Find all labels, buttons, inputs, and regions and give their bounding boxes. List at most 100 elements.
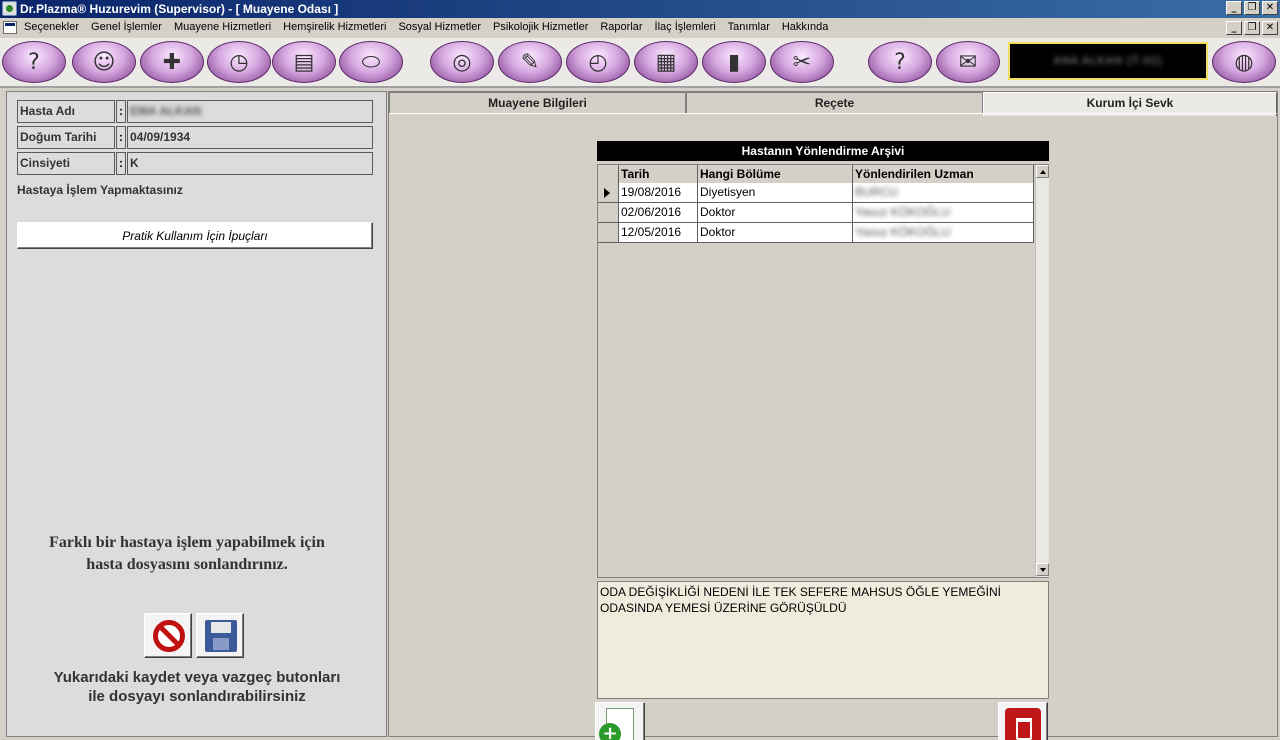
referral-note-text[interactable]: ODA DEĞİŞİKLİĞİ NEDENİ İLE TEK SEFERE MA… xyxy=(597,581,1049,699)
close-button[interactable]: ✕ xyxy=(1262,1,1278,15)
floppy-disk-icon xyxy=(205,620,237,652)
clipboard-button[interactable]: ▦ xyxy=(634,41,698,83)
tools-button[interactable]: ✂ xyxy=(770,41,834,83)
patient-name-row: Hasta Adı : EMA ALKAN xyxy=(17,100,373,123)
current-user-box: ANA ALKAN (T-02) xyxy=(1008,42,1208,80)
child-restore-button[interactable]: ❐ xyxy=(1244,21,1260,35)
tab-muayene-bilgileri[interactable]: Muayene Bilgileri xyxy=(389,92,686,113)
child-close-button[interactable]: ✕ xyxy=(1262,21,1278,35)
current-user-text: ANA ALKAN (T-02) xyxy=(1053,55,1163,67)
doctors-button[interactable]: ☺ xyxy=(72,41,136,83)
menu-raporlar[interactable]: Raporlar xyxy=(600,21,642,33)
child-window-controls: _ ❐ ✕ xyxy=(1226,21,1278,35)
spiral-icon: ◎ xyxy=(452,49,472,75)
globe-arrow-icon: ◍ xyxy=(1234,49,1254,75)
pills-icon: ⬭ xyxy=(361,49,381,75)
patient-panel: Hasta Adı : EMA ALKAN Doğum Tarihi : 04/… xyxy=(6,91,387,737)
help-note-button[interactable]: ? xyxy=(868,41,932,83)
help-head-icon: ? xyxy=(28,49,40,75)
menu-hemsirelik-hizmetleri[interactable]: Hemşirelik Hizmetleri xyxy=(283,21,386,33)
row-indicator xyxy=(598,223,619,243)
cell-uzman: Yavuz KÖKOĞLU xyxy=(853,223,1034,243)
scroll-down-arrow-icon[interactable] xyxy=(1036,563,1049,576)
mail-icon: ✉ xyxy=(958,49,978,75)
patient-gender-value: K xyxy=(127,152,373,175)
timer-button[interactable]: ◷ xyxy=(207,41,271,83)
help-note-icon: ? xyxy=(894,49,906,75)
patient-name-value: EMA ALKAN xyxy=(127,100,373,123)
restore-button[interactable]: ❐ xyxy=(1244,1,1260,15)
table-row[interactable]: 19/08/2016 Diyetisyen BURCU xyxy=(598,183,1035,203)
menu-ilac-islemleri[interactable]: İlaç İşlemleri xyxy=(655,21,716,33)
menu-secenekler[interactable]: Seçenekler xyxy=(24,21,79,33)
usage-tips-button[interactable]: Pratik Kullanım İçin İpuçları xyxy=(17,222,373,249)
menu-tanimlar[interactable]: Tanımlar xyxy=(728,21,770,33)
grid-vertical-scrollbar[interactable] xyxy=(1035,165,1049,577)
minimize-button[interactable]: _ xyxy=(1226,1,1242,15)
table-row[interactable]: 12/05/2016 Doktor Yavuz KÖKOĞLU xyxy=(598,223,1035,243)
save-button[interactable] xyxy=(196,613,244,658)
timer-icon: ◷ xyxy=(229,49,249,75)
menu-genel-islemler[interactable]: Genel İşlemler xyxy=(91,21,162,33)
cell-tarih: 12/05/2016 xyxy=(619,223,698,243)
scroll-up-arrow-icon[interactable] xyxy=(1036,165,1049,178)
doc-file-icon: ▤ xyxy=(293,49,315,75)
column-header-hangi-bolume[interactable]: Hangi Bölüme xyxy=(698,165,853,185)
patient-gender-row: Cinsiyeti : K xyxy=(17,152,373,175)
menu-sosyal-hizmetler[interactable]: Sosyal Hizmetler xyxy=(398,21,481,33)
syringe-icon: ✎ xyxy=(520,49,540,75)
add-document-icon xyxy=(599,708,634,740)
menu-hakkinda[interactable]: Hakkında xyxy=(782,21,828,33)
cell-tarih: 19/08/2016 xyxy=(619,183,698,203)
table-row[interactable]: 02/06/2016 Doktor Yavuz KÖKOĞLU xyxy=(598,203,1035,223)
referral-archive-grid[interactable]: Tarih Hangi Bölüme Yönlendirilen Uzman 1… xyxy=(597,164,1049,578)
chart-clock-icon: ◴ xyxy=(588,49,608,75)
doc-file-button[interactable]: ▤ xyxy=(272,41,336,83)
tools-icon: ✂ xyxy=(792,49,812,75)
cell-uzman-text: BURCU xyxy=(855,185,898,199)
patient-name-label: Hasta Adı xyxy=(17,100,115,123)
chart-clock-button[interactable]: ◴ xyxy=(566,41,630,83)
menu-bar: Seçenekler Genel İşlemler Muayene Hizmet… xyxy=(0,18,1280,38)
cancel-button[interactable] xyxy=(144,613,192,658)
colon: : xyxy=(116,100,126,123)
menu-psikolojik-hizmetler[interactable]: Psikolojik Hizmetler xyxy=(493,21,588,33)
window-title: Dr.Plazma® Huzurevim (Supervisor) - [ Mu… xyxy=(20,2,339,16)
app-icon[interactable] xyxy=(2,1,17,16)
column-header-yonlendirilen-uzman[interactable]: Yönlendirilen Uzman xyxy=(853,165,1034,185)
cell-uzman-text: Yavuz KÖKOĞLU xyxy=(855,205,951,219)
column-header-tarih[interactable]: Tarih xyxy=(619,165,698,185)
menu-items: Seçenekler Genel İşlemler Muayene Hizmet… xyxy=(24,21,828,33)
cell-uzman-text: Yavuz KÖKOĞLU xyxy=(855,225,951,239)
colon: : xyxy=(116,152,126,175)
cell-uzman: Yavuz KÖKOĞLU xyxy=(853,203,1034,223)
pills-button[interactable]: ⬭ xyxy=(339,41,403,83)
tab-content-kurum-ici-sevk: Hastanın Yönlendirme Arşivi Tarih Hangi … xyxy=(389,113,1277,740)
trash-icon xyxy=(1005,708,1041,740)
globe-exit-button[interactable]: ◍ xyxy=(1212,41,1276,83)
toolbar: ? ☺ ✚ ◷ ▤ ⬭ ◎ ✎ ◴ ▦ ▮ ✂ ? ✉ ANA ALKAN (T… xyxy=(0,38,1280,88)
menu-muayene-hizmetleri[interactable]: Muayene Hizmetleri xyxy=(174,21,271,33)
tab-recete[interactable]: Reçete xyxy=(686,92,983,113)
grid-header: Tarih Hangi Bölüme Yönlendirilen Uzman xyxy=(598,165,1035,185)
row-indicator xyxy=(598,183,619,203)
mail-button[interactable]: ✉ xyxy=(936,41,1000,83)
syringe-button[interactable]: ✎ xyxy=(498,41,562,83)
nurse-tools-button[interactable]: ✚ xyxy=(140,41,204,83)
examination-panel: Muayene Bilgileri Reçete Kurum İçi Sevk … xyxy=(388,91,1278,740)
colon: : xyxy=(116,126,126,149)
help-head-button[interactable]: ? xyxy=(2,41,66,83)
spiral-button[interactable]: ◎ xyxy=(430,41,494,83)
delete-referral-button[interactable] xyxy=(998,702,1048,740)
nurse-tools-icon: ✚ xyxy=(162,49,182,75)
mdi-child-icon[interactable] xyxy=(3,21,17,34)
close-file-message: Farklı bir hastaya işlem yapabilmek için… xyxy=(49,534,325,573)
referral-archive-title: Hastanın Yönlendirme Arşivi xyxy=(597,141,1049,161)
bar-chart-button[interactable]: ▮ xyxy=(702,41,766,83)
patient-name-text: EMA ALKAN xyxy=(130,104,202,118)
row-indicator xyxy=(598,203,619,223)
working-on-patient-text: Hastaya İşlem Yapmaktasınız xyxy=(17,183,183,197)
child-minimize-button[interactable]: _ xyxy=(1226,21,1242,35)
cell-bolum: Doktor xyxy=(698,203,853,223)
add-referral-button[interactable] xyxy=(595,702,645,740)
